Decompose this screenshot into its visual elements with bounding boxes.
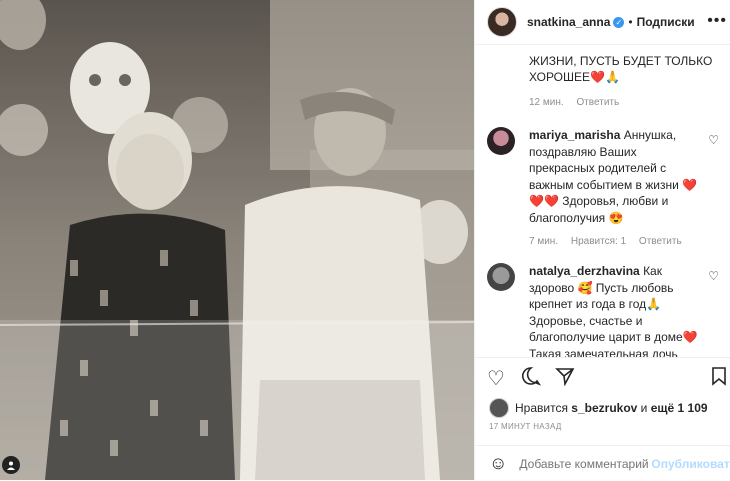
bookmark-icon[interactable] [711, 366, 727, 392]
post-header: snatkina_anna ✓ • Подписки ••• [475, 0, 730, 45]
heart-icon[interactable]: ♡ [708, 269, 719, 283]
reply-button[interactable]: Ответить [639, 236, 682, 247]
likes-and: и [640, 401, 648, 415]
heart-icon[interactable]: ♡ [708, 133, 719, 147]
comment-item: mariya_marisha Аннушка, поздравляю Ваших… [475, 127, 730, 247]
woman-face [116, 134, 184, 210]
following-button[interactable]: Подписки [637, 15, 695, 29]
likes-summary: Нравится s_bezrukov и ещё 1 109 [489, 398, 708, 418]
more-icon[interactable]: ••• [707, 12, 727, 30]
liker-username[interactable]: s_bezrukov [571, 401, 637, 415]
comment-body: Аннушка, поздравляю Ваших прекрасных род… [529, 128, 698, 225]
liker-avatar[interactable] [489, 398, 509, 418]
separator-dot: • [628, 15, 633, 29]
post-photo[interactable] [0, 0, 474, 480]
caption-meta: 12 мин. Ответить [529, 95, 721, 111]
caption-line: ЖИЗНИ, ПУСТЬ БУДЕТ ТОЛЬКО [529, 54, 713, 68]
comment-item: natalya_derzhavina Как здорово 🥰 Пусть л… [475, 263, 730, 357]
photo-illustration [0, 0, 474, 480]
commenter-avatar[interactable] [487, 127, 515, 155]
comment-text: mariya_marisha Аннушка, поздравляю Ваших… [529, 127, 703, 226]
post-time: 17 МИНУТ НАЗАД [489, 422, 562, 431]
verified-icon: ✓ [613, 16, 625, 28]
comment-time: 12 мин. [529, 97, 564, 108]
publish-button[interactable]: Опубликовать [651, 457, 730, 471]
comment-meta: 7 мин. Нравится: 1 Ответить [529, 236, 703, 247]
comment-icon[interactable] [521, 366, 542, 392]
commenter-avatar[interactable] [487, 263, 515, 291]
comment-text: natalya_derzhavina Как здорово 🥰 Пусть л… [529, 263, 703, 357]
comment-time: 7 мин. [529, 236, 559, 247]
likes-count[interactable]: ещё 1 109 [651, 401, 708, 415]
comment-likes[interactable]: Нравится: 1 [571, 236, 626, 247]
share-icon[interactable] [555, 366, 575, 392]
commenter-username[interactable]: natalya_derzhavina [529, 264, 640, 278]
post-sidebar: snatkina_anna ✓ • Подписки ••• ЖИЗНИ, ПУ… [474, 0, 730, 480]
reply-button[interactable]: Ответить [576, 97, 619, 108]
comment-input[interactable] [517, 455, 652, 472]
user-tag-icon[interactable] [2, 456, 20, 474]
add-comment-bar: ☺ Опубликовать [475, 445, 730, 481]
emoji-icon[interactable]: ☺ [489, 453, 507, 474]
caption-line: ХОРОШЕЕ❤️🙏 [529, 70, 620, 84]
likes-prefix: Нравится [515, 401, 568, 415]
comments-list[interactable]: ЖИЗНИ, ПУСТЬ БУДЕТ ТОЛЬКО ХОРОШЕЕ❤️🙏 12 … [475, 45, 730, 357]
action-bar: ♡ [475, 357, 730, 398]
author-avatar[interactable] [487, 7, 517, 37]
caption-continuation: ЖИЗНИ, ПУСТЬ БУДЕТ ТОЛЬКО ХОРОШЕЕ❤️🙏 12 … [475, 45, 730, 111]
heart-icon[interactable]: ♡ [487, 366, 505, 391]
author-username[interactable]: snatkina_anna [527, 15, 610, 29]
commenter-username[interactable]: mariya_marisha [529, 128, 620, 142]
